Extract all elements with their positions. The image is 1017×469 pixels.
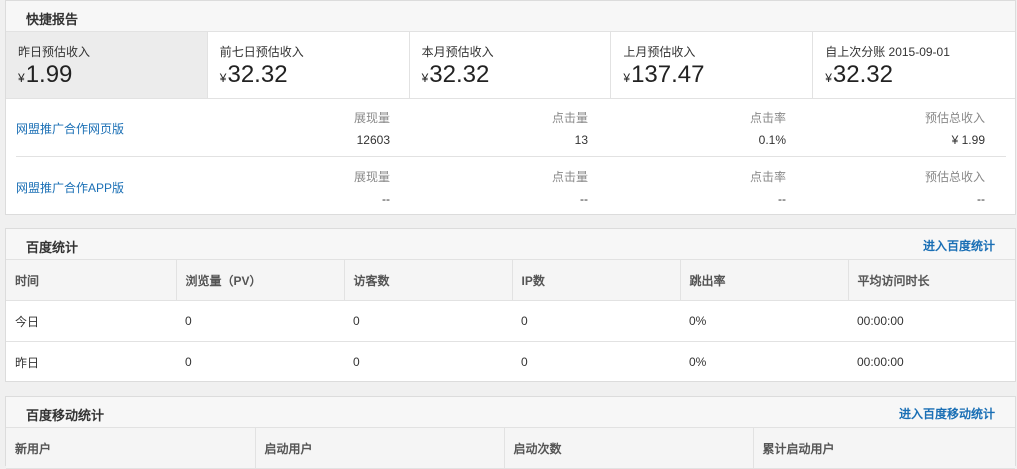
ctr-label: 点击率 <box>749 111 786 125</box>
currency-symbol: ¥ <box>421 71 429 85</box>
cell-time: 昨日 <box>15 355 40 370</box>
revenue-label: 预估总收入 <box>924 170 985 184</box>
table-header-row: 时间 浏览量（PV） 访客数 IP数 跳出率 平均访问时长 <box>6 260 1015 301</box>
ctr-value: 0.1% <box>758 133 786 147</box>
clicks-label: 点击量 <box>551 170 588 184</box>
clicks-cell: 点击量 -- <box>468 168 588 206</box>
stat-amount: 32.32 <box>832 61 893 88</box>
revenue-summary: 昨日预估收入 ¥1.99 前七日预估收入 ¥32.32 本月预估收入 ¥32.3… <box>6 32 1015 99</box>
baidu-stats-title: 百度统计 <box>26 240 79 255</box>
clicks-value: -- <box>580 192 588 206</box>
stat-value: ¥137.47 <box>623 61 812 92</box>
stat-value: ¥32.32 <box>220 61 409 92</box>
column-header-time: 时间 <box>6 260 177 301</box>
cell-pv: 0 <box>176 300 344 342</box>
cell-bounce-rate: 0% <box>689 355 707 369</box>
column-header-visitors: 访客数 <box>344 260 513 301</box>
quick-report-header: 快捷报告 <box>6 1 1015 32</box>
revenue-value: ¥ 1.99 <box>951 133 985 147</box>
stat-label: 前七日预估收入 <box>219 45 304 59</box>
cell-avg-duration: 00:00:00 <box>848 300 1015 342</box>
column-header-bounce-rate: 跳出率 <box>680 260 849 301</box>
currency-symbol: ¥ <box>825 71 832 85</box>
cell-avg-duration: 00:00:00 <box>857 355 904 369</box>
stat-amount: 32.32 <box>429 61 490 88</box>
impressions-label: 展现量 <box>353 170 390 184</box>
impressions-value: -- <box>382 192 390 206</box>
cell-visitors: 0 <box>353 355 360 369</box>
impressions-label: 展现量 <box>353 111 390 125</box>
column-header-launches: 启动次数 <box>504 428 754 469</box>
stat-yesterday-revenue[interactable]: 昨日预估收入 ¥1.99 <box>6 32 208 98</box>
ctr-label: 点击率 <box>749 170 786 184</box>
stat-label: 自上次分账 2015-09-01 <box>825 45 950 59</box>
stat-since-last-settlement[interactable]: 自上次分账 2015-09-01 ¥32.32 <box>813 32 1015 98</box>
baidu-mobile-table: 新用户 启动用户 启动次数 累计启动用户 <box>6 428 1015 469</box>
baidu-mobile-header: 百度移动统计 进入百度移动统计 <box>6 397 1015 428</box>
column-header-total-active-users: 累计启动用户 <box>753 428 1015 469</box>
cell-time: 今日 <box>6 300 176 342</box>
stat-value: ¥1.99 <box>18 61 207 92</box>
table-header-row: 新用户 启动用户 启动次数 累计启动用户 <box>6 428 1015 469</box>
enter-baidu-stats-link[interactable]: 进入百度统计 <box>923 237 995 254</box>
enter-baidu-mobile-link[interactable]: 进入百度移动统计 <box>899 405 995 422</box>
column-header-pv: 浏览量（PV） <box>176 260 345 301</box>
quick-report-title: 快捷报告 <box>26 12 79 27</box>
cell-bounce-rate: 0% <box>680 300 848 342</box>
currency-symbol: ¥ <box>623 71 631 85</box>
cell-ip: 0 <box>512 300 680 342</box>
stat-value: ¥32.32 <box>825 61 1015 92</box>
stat-label: 昨日预估收入 <box>18 45 91 59</box>
cell-pv: 0 <box>185 355 192 369</box>
baidu-stats-header: 百度统计 进入百度统计 <box>6 229 1015 260</box>
revenue-value: -- <box>977 192 985 206</box>
ctr-value: -- <box>778 192 786 206</box>
column-header-avg-duration: 平均访问时长 <box>848 260 1015 301</box>
stat-amount: 32.32 <box>227 61 288 88</box>
table-row: 昨日 0 0 0 0% 00:00:00 <box>6 342 1015 383</box>
stat-amount: 1.99 <box>25 61 73 88</box>
quick-report-panel: 快捷报告 昨日预估收入 ¥1.99 前七日预估收入 ¥32.32 本月预估收入 … <box>5 0 1016 215</box>
product-row-web: 网盟推广合作网页版 展现量 12603 点击量 13 点击率 0.1% 预估总收… <box>16 98 1006 157</box>
baidu-mobile-panel: 百度移动统计 进入百度移动统计 新用户 启动用户 启动次数 累计启动用户 <box>5 396 1016 469</box>
revenue-cell: 预估总收入 -- <box>865 168 985 206</box>
impressions-value: 12603 <box>356 133 390 147</box>
stat-value: ¥32.32 <box>422 61 611 92</box>
revenue-cell: 预估总收入 ¥ 1.99 <box>865 109 985 147</box>
column-header-new-users: 新用户 <box>6 428 256 469</box>
product-link-web[interactable]: 网盟推广合作网页版 <box>16 120 124 137</box>
product-link-app[interactable]: 网盟推广合作APP版 <box>16 179 124 196</box>
cell-visitors: 0 <box>344 300 512 342</box>
clicks-label: 点击量 <box>551 111 588 125</box>
stat-amount: 137.47 <box>631 61 705 88</box>
stat-label: 本月预估收入 <box>421 45 494 59</box>
product-row-app: 网盟推广合作APP版 展现量 -- 点击量 -- 点击率 -- 预估总收入 -- <box>16 157 1006 215</box>
table-row: 今日 0 0 0 0% 00:00:00 <box>6 300 1015 342</box>
stat-this-month-revenue[interactable]: 本月预估收入 ¥32.32 <box>409 32 612 98</box>
clicks-cell: 点击量 13 <box>468 109 588 147</box>
impressions-cell: 展现量 12603 <box>270 109 390 147</box>
ctr-cell: 点击率 -- <box>666 168 786 206</box>
baidu-stats-table: 时间 浏览量（PV） 访客数 IP数 跳出率 平均访问时长 今日 0 0 0 0… <box>6 260 1015 382</box>
baidu-mobile-title: 百度移动统计 <box>26 408 105 423</box>
ctr-cell: 点击率 0.1% <box>666 109 786 147</box>
cell-ip: 0 <box>521 355 528 369</box>
currency-symbol: ¥ <box>219 71 227 85</box>
currency-symbol: ¥ <box>18 71 25 85</box>
column-header-active-users: 启动用户 <box>255 428 505 469</box>
revenue-label: 预估总收入 <box>924 111 985 125</box>
column-header-ip: IP数 <box>512 260 681 301</box>
impressions-cell: 展现量 -- <box>270 168 390 206</box>
stat-label: 上月预估收入 <box>623 45 696 59</box>
stat-last7days-revenue[interactable]: 前七日预估收入 ¥32.32 <box>207 32 410 98</box>
stat-last-month-revenue[interactable]: 上月预估收入 ¥137.47 <box>611 32 814 98</box>
baidu-stats-panel: 百度统计 进入百度统计 时间 浏览量（PV） 访客数 IP数 跳出率 平均访问时… <box>5 228 1016 382</box>
clicks-value: 13 <box>574 133 588 147</box>
